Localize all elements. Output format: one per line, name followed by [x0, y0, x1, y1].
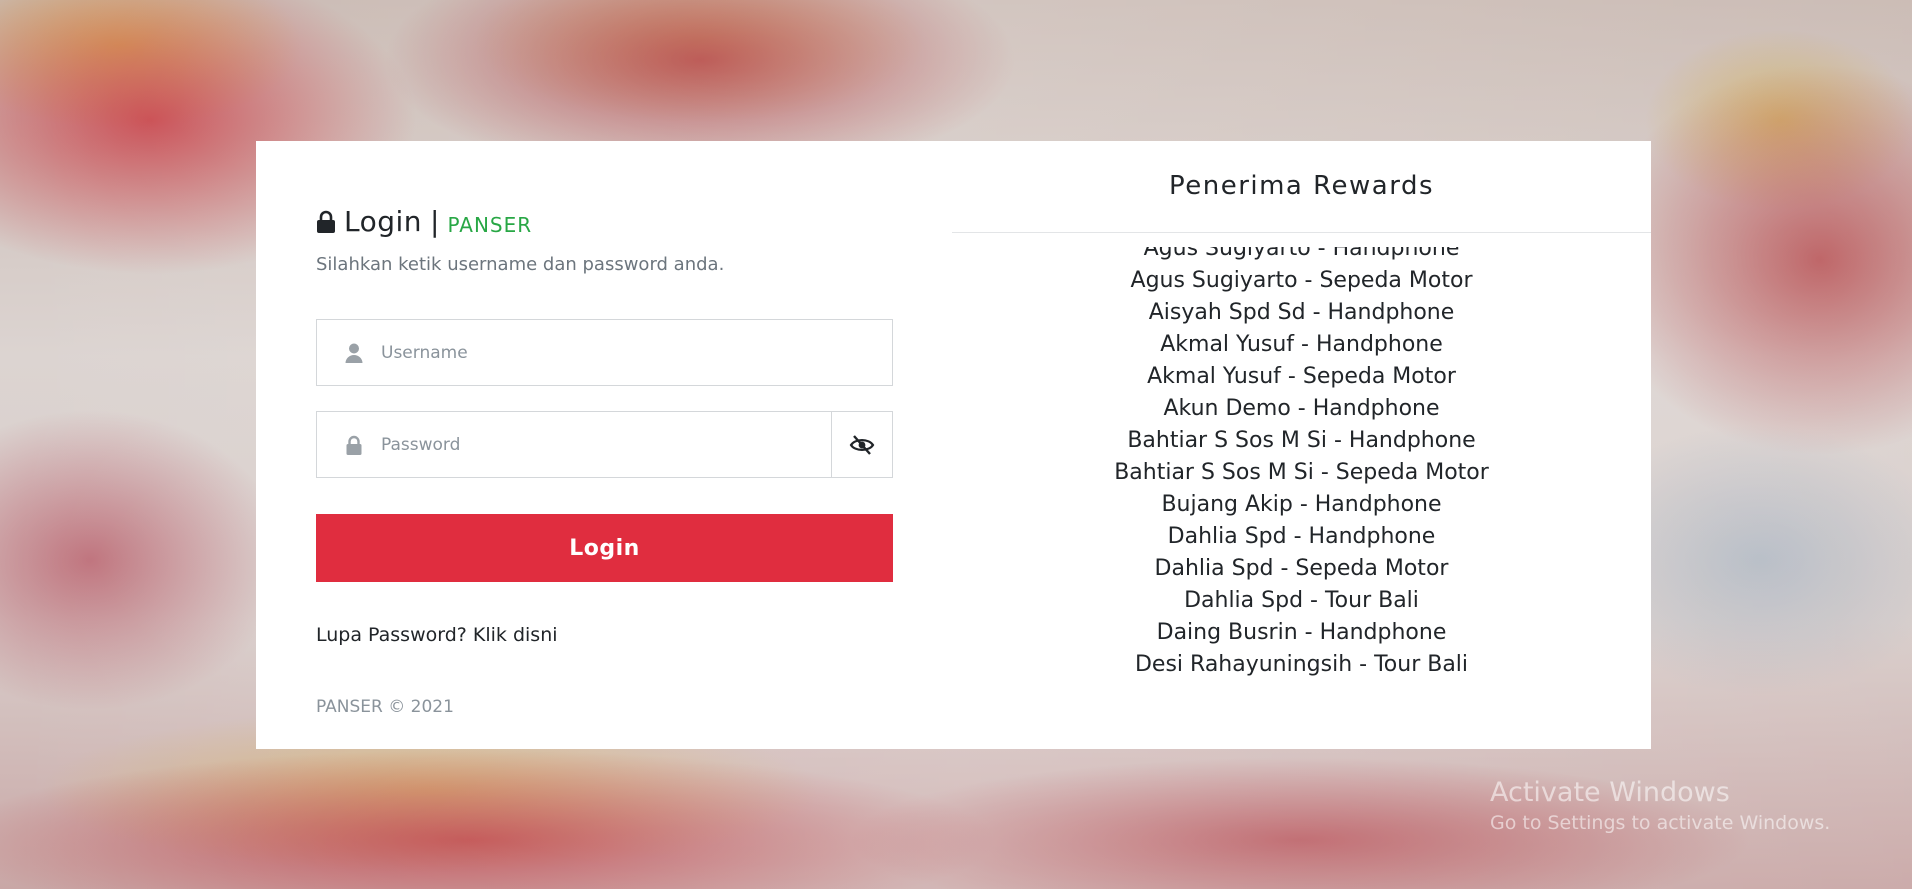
- reward-item: Daing Busrin - Handphone: [1156, 620, 1447, 645]
- password-visibility-toggle[interactable]: [831, 412, 892, 477]
- activate-windows-watermark: Activate Windows Go to Settings to activ…: [1490, 776, 1830, 836]
- reward-item: Desi Rahayuningsih - Tour Bali: [1134, 652, 1469, 677]
- password-input[interactable]: [381, 412, 831, 477]
- copyright-text: PANSER © 2021: [316, 697, 454, 717]
- title-separator: |: [430, 205, 440, 238]
- reward-item: Agus Sugiyarto - Handphone: [1143, 247, 1460, 261]
- reward-item: Bahtiar S Sos M Si - Sepeda Motor: [1114, 460, 1489, 485]
- brand-label: PANSER: [447, 212, 533, 237]
- reward-item: Akun Demo - Handphone: [1163, 396, 1440, 421]
- password-field[interactable]: [316, 411, 893, 478]
- rewards-divider: [952, 232, 1651, 233]
- eye-slash-icon: [849, 434, 875, 455]
- reward-item: Dahlia Spd - Handphone: [1167, 524, 1436, 549]
- username-input[interactable]: [381, 320, 892, 385]
- forgot-password-link[interactable]: Lupa Password? Klik disni: [316, 624, 558, 646]
- password-lock-icon: [343, 434, 365, 456]
- username-field[interactable]: [316, 319, 893, 386]
- login-card: Login | PANSER Silahkan ketik username d…: [256, 141, 1651, 749]
- user-icon: [343, 342, 365, 364]
- lock-icon: [316, 210, 336, 234]
- watermark-title: Activate Windows: [1490, 777, 1730, 808]
- reward-item: Bujang Akip - Handphone: [1161, 492, 1442, 517]
- login-title: Login: [344, 205, 423, 238]
- rewards-title: Penerima Rewards: [1168, 171, 1435, 201]
- rewards-panel: Penerima Rewards Agus Sugiyarto - Handph…: [952, 141, 1651, 749]
- reward-item: Dahlia Spd - Tour Bali: [1184, 588, 1419, 613]
- login-button[interactable]: Login: [316, 514, 893, 582]
- reward-item: Akmal Yusuf - Handphone: [1160, 332, 1443, 357]
- reward-item: Akmal Yusuf - Sepeda Motor: [1147, 364, 1456, 389]
- login-subtitle: Silahkan ketik username dan password and…: [316, 254, 725, 275]
- watermark-subtitle: Go to Settings to activate Windows.: [1490, 812, 1831, 834]
- rewards-marquee: Agus Sugiyarto - Handphone Agus Sugiyart…: [952, 247, 1651, 685]
- reward-item: Dahlia Spd - Sepeda Motor: [1154, 556, 1449, 581]
- login-panel: Login | PANSER Silahkan ketik username d…: [256, 141, 952, 749]
- reward-item: Aisyah Spd Sd - Handphone: [1148, 300, 1455, 325]
- rewards-list: Agus Sugiyarto - Handphone Agus Sugiyart…: [952, 247, 1651, 681]
- reward-item: Agus Sugiyarto - Sepeda Motor: [1130, 268, 1473, 293]
- login-header: Login | PANSER: [316, 205, 532, 238]
- reward-item: Bahtiar S Sos M Si - Handphone: [1127, 428, 1476, 453]
